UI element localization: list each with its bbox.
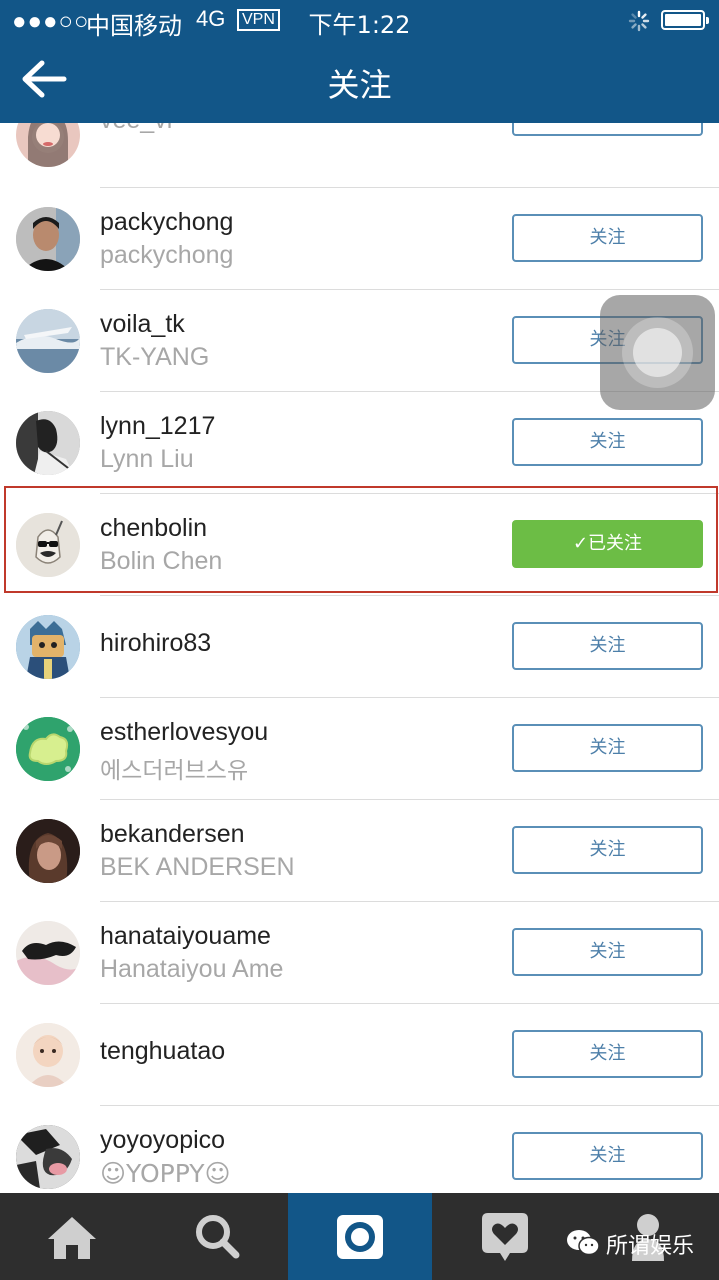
list-item: bekandersen BEK ANDERSEN 关注 — [0, 800, 719, 902]
full-name: 에스더러브스유 — [100, 758, 249, 784]
activity-icon — [482, 1213, 528, 1261]
avatar[interactable] — [16, 717, 80, 781]
assistive-touch-button[interactable] — [600, 295, 715, 410]
follow-button[interactable]: 关注 — [512, 928, 703, 976]
list-item: packychong packychong 关注 — [0, 188, 719, 290]
full-name: Hanataiyou Ame — [100, 955, 284, 983]
avatar[interactable] — [16, 207, 80, 271]
avatar[interactable] — [16, 1023, 80, 1087]
battery-icon — [661, 10, 709, 30]
watermark-text: 所谓娱乐 — [606, 1234, 695, 1259]
search-icon — [196, 1215, 240, 1259]
list-item: vee_vl vee_vl 关注 — [0, 123, 719, 188]
username[interactable]: estherlovesyou — [100, 718, 268, 747]
avatar[interactable] — [16, 513, 80, 577]
avatar[interactable] — [16, 411, 80, 475]
follow-button[interactable]: 关注 — [512, 622, 703, 670]
avatar[interactable] — [16, 819, 80, 883]
username[interactable]: hirohiro83 — [100, 629, 211, 658]
following-button[interactable]: ✓已关注 — [512, 520, 703, 568]
follow-button[interactable]: 关注 — [512, 1030, 703, 1078]
tab-home[interactable] — [0, 1193, 144, 1280]
home-icon — [48, 1217, 96, 1259]
follow-button[interactable]: 关注 — [512, 214, 703, 262]
full-name: vee_vl — [100, 123, 172, 135]
status-bar: ●●●○○ 中国移动 4G VPN 下午1:22 — [0, 0, 719, 40]
avatar[interactable] — [16, 921, 80, 985]
tab-activity[interactable] — [432, 1193, 576, 1280]
tab-search[interactable] — [144, 1193, 288, 1280]
camera-icon — [337, 1215, 383, 1259]
username[interactable]: voila_tk — [100, 310, 185, 339]
wechat-icon — [567, 1230, 600, 1256]
username[interactable]: hanataiyouame — [100, 922, 271, 951]
avatar[interactable] — [16, 1125, 80, 1189]
full-name: ☺YOPPY☺ — [100, 1159, 231, 1188]
tab-camera[interactable] — [288, 1193, 432, 1280]
activity-spinner-icon — [628, 10, 650, 32]
following-list[interactable]: vee_vl vee_vl 关注 packychong packychong 关… — [0, 123, 719, 1193]
follow-button[interactable]: 关注 — [512, 1132, 703, 1180]
full-name: TK-YANG — [100, 343, 210, 371]
list-item: hanataiyouame Hanataiyou Ame 关注 — [0, 902, 719, 1004]
full-name: packychong — [100, 241, 234, 269]
username[interactable]: packychong — [100, 208, 233, 237]
follow-button[interactable]: 关注 — [512, 123, 703, 136]
follow-button[interactable]: 关注 — [512, 724, 703, 772]
list-item: tenghuatao 关注 — [0, 1004, 719, 1106]
page-title: 关注 — [327, 66, 392, 104]
follow-button[interactable]: 关注 — [512, 418, 703, 466]
app-header: ●●●○○ 中国移动 4G VPN 下午1:22 关注 — [0, 0, 719, 123]
avatar[interactable] — [16, 123, 80, 167]
assistive-touch-center — [633, 328, 682, 377]
full-name: Lynn Liu — [100, 445, 194, 473]
list-item: estherlovesyou 에스더러브스유 关注 — [0, 698, 719, 800]
list-item: yoyoyopico ☺YOPPY☺ 关注 — [0, 1106, 719, 1193]
username[interactable]: bekandersen — [100, 820, 245, 849]
username[interactable]: lynn_1217 — [100, 412, 215, 441]
list-item: hirohiro83 关注 — [0, 596, 719, 698]
list-item: chenbolin Bolin Chen ✓已关注 — [0, 494, 719, 596]
username[interactable]: tenghuatao — [100, 1037, 225, 1066]
full-name: Bolin Chen — [100, 547, 223, 575]
status-time: 下午1:22 — [308, 11, 411, 39]
avatar[interactable] — [16, 615, 80, 679]
follow-button[interactable]: 关注 — [512, 826, 703, 874]
full-name: BEK ANDERSEN — [100, 853, 295, 881]
avatar[interactable] — [16, 309, 80, 373]
username[interactable]: yoyoyopico — [100, 1126, 225, 1155]
nav-bar: 关注 — [0, 40, 719, 123]
username[interactable]: chenbolin — [100, 514, 207, 543]
